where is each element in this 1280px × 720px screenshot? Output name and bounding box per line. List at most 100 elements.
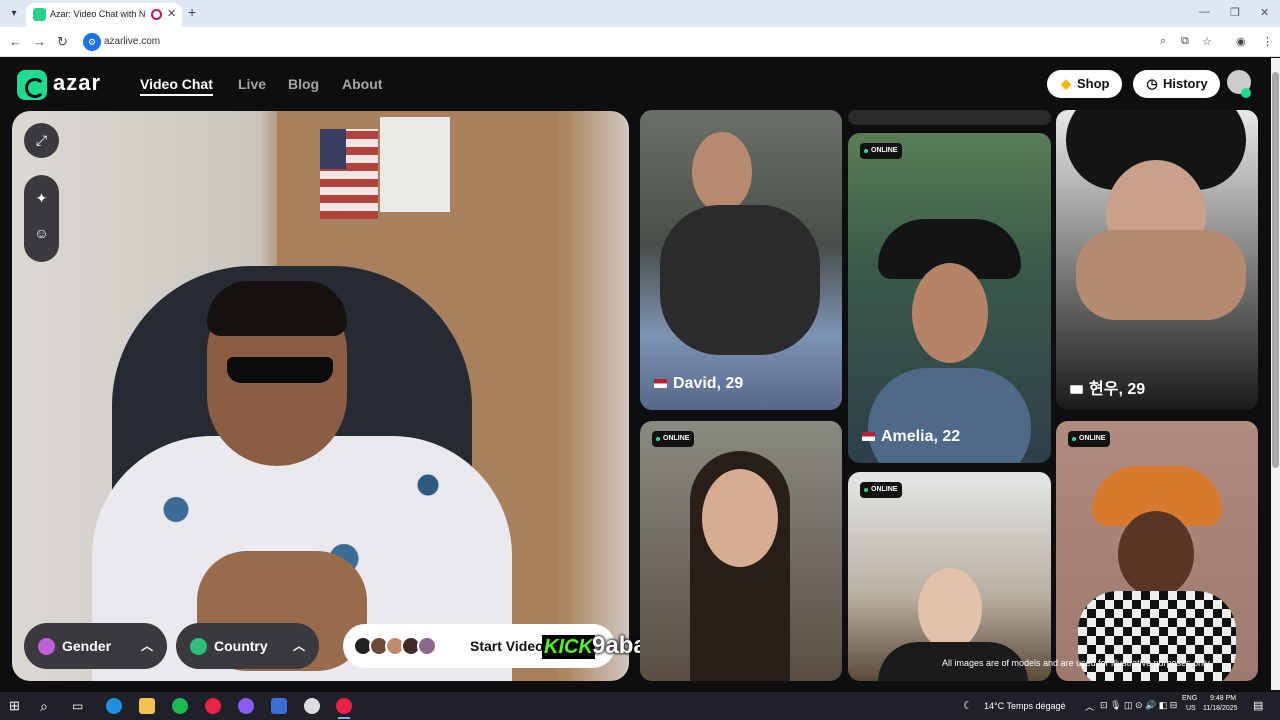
bookmark-star-icon[interactable]: ☆ [1202, 35, 1212, 48]
model-card-partial[interactable] [848, 110, 1051, 125]
kick-logo-overlay: KICK [542, 635, 595, 659]
model-face [1118, 511, 1194, 597]
lang-text[interactable]: ENG [1182, 695, 1197, 702]
chevron-up-icon: ︿ [140, 639, 153, 653]
messenger-icon[interactable] [238, 698, 254, 714]
notification-icon[interactable]: ▤ [1253, 699, 1263, 712]
model-card[interactable]: ONLINE [848, 472, 1051, 681]
nav-video-chat[interactable]: Video Chat [140, 76, 213, 96]
model-gallery: David, 29 ONLINE ONLINE Amelia, 22 ONLIN… [640, 110, 1258, 681]
back-icon[interactable]: ← [9, 34, 22, 49]
online-badge: ONLINE [652, 431, 695, 447]
model-name: Amelia, 22 [862, 428, 960, 446]
site-info-icon[interactable]: ⚙ [83, 33, 101, 51]
gallery-disclaimer: All images are of models and are used fo… [942, 658, 1212, 668]
model-card[interactable]: 현우, 29 [1056, 110, 1258, 410]
model-hands [1076, 230, 1246, 320]
diamond-icon: ◆ [1061, 76, 1071, 91]
fullscreen-button[interactable]: ⤢ [24, 123, 59, 158]
browser-toolbar: ← → ↻ ⚙ azarlive.com ⌕ ⧉ ☆ ◉ ⋮ [0, 27, 1280, 57]
effects-panel: ✦ ☺ [24, 175, 59, 262]
country-label: Country [214, 638, 268, 654]
azar-favicon-icon [33, 8, 46, 21]
new-tab-button[interactable]: + [188, 4, 196, 20]
model-card[interactable]: ONLINE Amelia, 22 [848, 133, 1051, 463]
tab-list-chevron-icon[interactable]: ▾ [6, 6, 22, 22]
close-tab-icon[interactable]: ✕ [167, 7, 176, 20]
online-badge: ONLINE [1068, 431, 1111, 447]
sunglasses [227, 357, 333, 383]
gender-icon [38, 638, 55, 655]
face-mask-icon[interactable]: ☺ [24, 216, 59, 251]
clock-date[interactable]: 11/18/2025 [1203, 705, 1238, 712]
close-window-icon[interactable]: ✕ [1260, 6, 1269, 19]
self-video-feed [12, 111, 629, 681]
weather-text[interactable]: 14°C Temps dégagé [984, 701, 1066, 711]
spotify-icon[interactable] [172, 698, 188, 714]
status-badge [1241, 88, 1251, 98]
wall-flag [320, 129, 378, 219]
model-face [912, 263, 988, 363]
shop-label: Shop [1077, 76, 1110, 91]
azar-logo-icon[interactable] [17, 70, 47, 100]
nav-blog[interactable]: Blog [288, 76, 319, 92]
model-name: David, 29 [654, 375, 743, 393]
windows-start-icon[interactable]: ⊞ [9, 698, 25, 714]
address-bar[interactable]: ⚙ azarlive.com [80, 30, 1230, 54]
scrollbar-thumb[interactable] [1272, 72, 1279, 468]
reload-icon[interactable]: ↻ [57, 34, 68, 50]
nav-about[interactable]: About [342, 76, 382, 92]
model-face [692, 132, 752, 212]
history-label: History [1163, 76, 1208, 91]
history-button[interactable]: ◷ History [1133, 70, 1220, 98]
avatar-stack [353, 636, 443, 656]
obs-icon[interactable] [304, 698, 320, 714]
chrome-icon[interactable] [205, 698, 221, 714]
tray-icons[interactable]: ⊡ 🎙 ◫ ⊙ 🔊 ◧ ⊟ [1100, 700, 1177, 711]
browser-tabbar: ▾ Azar: Video Chat with New ✕ + — ❐ ✕ [0, 0, 1280, 27]
restore-icon[interactable]: ❐ [1230, 6, 1240, 19]
url-text: azarlive.com [104, 36, 161, 47]
model-face [918, 568, 982, 650]
region-text[interactable]: US [1186, 705, 1196, 712]
chrome-active-icon[interactable] [336, 698, 352, 719]
sparkle-filter-icon[interactable]: ✦ [24, 181, 59, 216]
globe-icon [190, 638, 207, 655]
fullscreen-icon: ⤢ [35, 132, 48, 148]
minimize-icon[interactable]: — [1199, 6, 1210, 18]
forward-icon[interactable]: → [33, 34, 46, 49]
clock-time[interactable]: 9:48 PM [1210, 695, 1236, 702]
browser-tab[interactable]: Azar: Video Chat with New ✕ [26, 3, 182, 27]
model-face [702, 469, 778, 567]
country-filter[interactable]: Country ︿ [176, 623, 319, 669]
tab-title: Azar: Video Chat with New [50, 9, 146, 19]
profile-icon[interactable]: ◉ [1236, 35, 1246, 48]
search-icon[interactable]: ⌕ [40, 698, 56, 714]
edge-icon[interactable] [106, 698, 122, 714]
recording-indicator-icon [151, 9, 162, 20]
model-card[interactable]: ONLINE [640, 421, 842, 681]
model-card[interactable]: ONLINE [1056, 421, 1258, 681]
gender-filter[interactable]: Gender ︿ [24, 623, 167, 669]
clock-icon: ◷ [1146, 76, 1158, 91]
logo-text[interactable]: azar [53, 70, 101, 96]
file-explorer-icon[interactable] [139, 698, 155, 714]
moon-weather-icon: ☾ [963, 700, 973, 712]
task-view-icon[interactable]: ▭ [72, 698, 88, 714]
model-name: 현우, 29 [1070, 375, 1145, 399]
kr-flag-icon [1070, 385, 1083, 395]
zoom-icon[interactable]: ⌕ [1160, 35, 1166, 48]
app-header: azar Video Chat Live Blog About ◆ Shop ◷ H… [0, 58, 1270, 110]
menu-icon[interactable]: ⋮ [1262, 35, 1273, 48]
us-flag-icon [654, 379, 667, 389]
online-badge: ONLINE [860, 143, 903, 159]
person-hair [207, 281, 347, 336]
remote-desktop-icon[interactable] [271, 698, 287, 714]
model-jacket [868, 368, 1031, 463]
nav-live[interactable]: Live [238, 76, 266, 92]
model-card[interactable]: David, 29 [640, 110, 842, 410]
tray-chevron-icon[interactable]: ︿ [1085, 700, 1094, 713]
shop-button[interactable]: ◆ Shop [1047, 70, 1122, 98]
install-app-icon[interactable]: ⧉ [1181, 35, 1189, 48]
online-badge: ONLINE [860, 482, 903, 498]
